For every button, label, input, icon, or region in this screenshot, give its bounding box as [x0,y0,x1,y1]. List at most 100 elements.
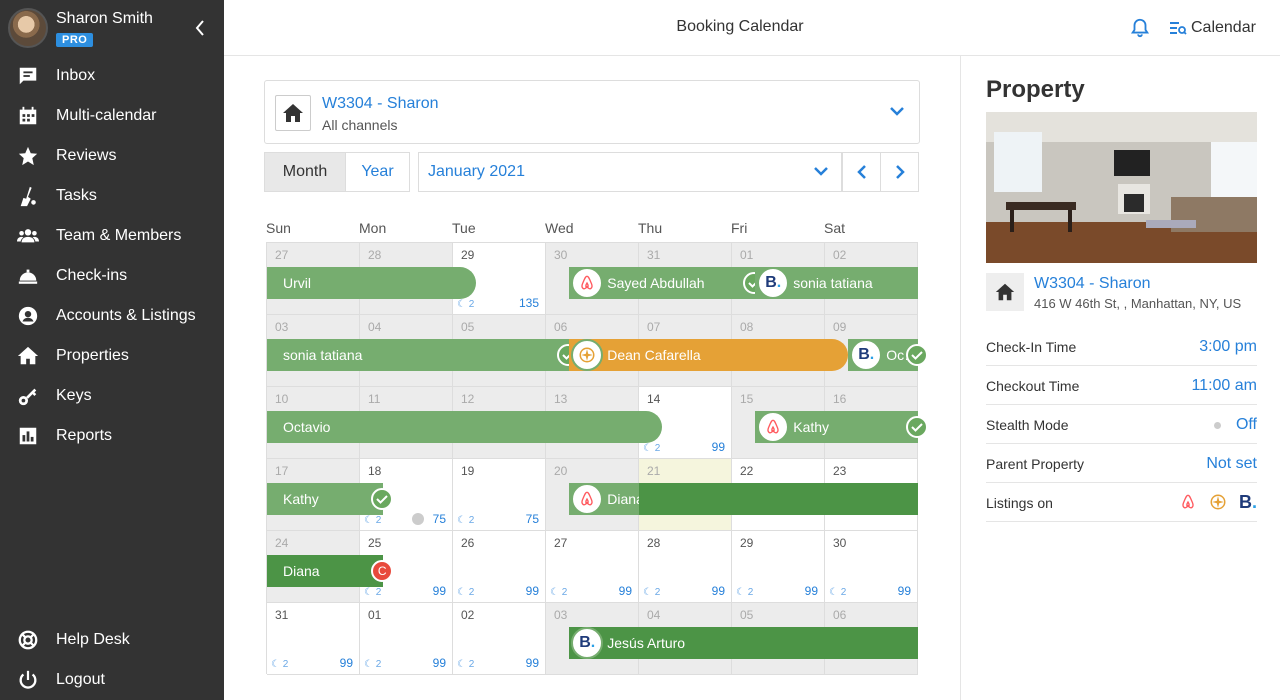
min-nights-value: 2 [375,659,382,670]
calendar-day-cell[interactable]: 30 ☾ 2 99 [825,531,918,603]
booking-bar[interactable]: Kathy [267,483,384,515]
booking-bar[interactable]: Diana [267,555,384,587]
airbnb-icon[interactable] [1179,493,1197,511]
stealth-mode-toggle[interactable]: Off [1236,416,1257,434]
sidebar-item-keys[interactable]: Keys [0,376,224,416]
guest-name: Kathy [793,419,830,435]
guest-name: sonia tatiana [793,275,873,291]
guest-name: sonia tatiana [283,347,363,363]
weekday-label: Sun [266,220,291,236]
sidebar-item-team[interactable]: Team & Members [0,216,224,256]
sidebar-item-label: Inbox [56,67,96,84]
panel-property-address: 416 W 46th St, , Manhattan, NY, US [1034,296,1242,311]
parent-property-value[interactable]: Not set [1206,455,1257,473]
booking-bar[interactable]: Octavio [267,411,663,443]
sidebar-item-accounts-listings[interactable]: Accounts & Listings [0,296,224,336]
day-price[interactable]: 99 [526,584,539,598]
sidebar-item-reviews[interactable]: Reviews [0,136,224,176]
airbnb-icon [581,275,593,290]
month-selector[interactable]: January 2021 [418,152,842,192]
day-number: 27 [275,248,289,262]
sidebar-item-label: Properties [56,347,129,364]
calendar-day-cell[interactable]: 27 ☾ 2 99 [546,531,639,603]
day-price[interactable]: 99 [433,656,446,670]
min-nights-value: 2 [840,587,847,598]
booking-bar[interactable]: Dean Cafarella [569,339,849,371]
next-month-button[interactable] [880,152,919,192]
booking-bar[interactable]: Sayed Abdullah [569,267,756,299]
day-price[interactable]: 75 [433,512,446,526]
day-price[interactable]: 99 [805,584,818,598]
previous-month-button[interactable] [842,152,881,192]
day-number: 25 [368,536,382,550]
day-price[interactable]: 99 [898,584,911,598]
day-number: 24 [275,536,289,550]
calendar-day-cell[interactable]: 26 ☾ 2 99 [453,531,546,603]
sidebar-item-logout[interactable]: Logout [0,660,224,700]
calendar-day-cell[interactable]: 29 ☾ 2 99 [732,531,825,603]
day-number: 28 [368,248,382,262]
min-nights-value: 2 [654,443,661,454]
notifications-button[interactable] [1129,17,1151,39]
sidebar-item-tasks[interactable]: Tasks [0,176,224,216]
min-nights: ☾ 2 [829,587,847,598]
booking-bar[interactable]: Kathy [755,411,918,443]
sidebar-item-label: Accounts & Listings [56,307,196,324]
expedia-icon [579,347,595,363]
sidebar-item-help-desk[interactable]: Help Desk [0,620,224,660]
day-price[interactable]: 99 [712,584,725,598]
channel-badge [571,267,604,299]
calendar-view-button[interactable]: Calendar [1169,17,1256,39]
home-icon [986,273,1024,311]
sidebar-item-check-ins[interactable]: Check-ins [0,256,224,296]
day-number: 28 [647,536,661,550]
expedia-icon[interactable] [1209,493,1227,511]
day-price[interactable]: 99 [433,584,446,598]
day-price[interactable]: 99 [526,656,539,670]
sidebar-item-label: Reviews [56,147,117,164]
avatar[interactable] [8,8,48,48]
calendar-day-cell[interactable]: 28 ☾ 2 99 [639,531,732,603]
checkout-time-value[interactable]: 11:00 am [1191,377,1257,395]
day-price[interactable]: 99 [340,656,353,670]
calendar-day-cell[interactable]: 01 ☾ 2 99 [360,603,453,675]
channel-badge: B. [757,267,790,299]
sidebar-item-inbox[interactable]: Inbox [0,56,224,96]
sidebar-item-label: Team & Members [56,227,182,244]
user-profile[interactable]: Sharon Smith PRO [8,8,218,52]
booking-bar[interactable]: B. sonia tatiana [755,267,918,299]
booking-bar[interactable]: Urvil [267,267,477,299]
calendar-list-icon [1170,22,1187,35]
month-view-toggle[interactable]: Month [264,152,346,192]
day-price[interactable]: 99 [619,584,632,598]
info-dot[interactable] [412,513,424,525]
collapse-sidebar-button[interactable] [192,19,208,37]
sidebar-item-properties[interactable]: Properties [0,336,224,376]
year-view-toggle[interactable]: Year [345,152,410,192]
min-nights: ☾ 2 [643,587,661,598]
panel-property[interactable]: W3304 - Sharon 416 W 46th St, , Manhatta… [986,273,1257,311]
day-price[interactable]: 135 [519,296,539,310]
booking-bar[interactable]: B. Jesús Arturo [569,627,918,659]
property-selector[interactable]: W3304 - Sharon All channels [264,80,920,144]
calendar-day-cell[interactable]: 31 ☾ 2 99 [267,603,360,675]
day-price[interactable]: 99 [712,440,725,454]
user-circle-icon [0,305,56,327]
checkin-time-value[interactable]: 3:00 pm [1199,338,1257,356]
calendar-day-cell[interactable]: 02 ☾ 2 99 [453,603,546,675]
calendar-day-cell[interactable]: 19 ☾ 2 75 [453,459,546,531]
sidebar-item-reports[interactable]: Reports [0,416,224,456]
booking-bar[interactable]: Diana [569,483,639,515]
day-number: 01 [368,608,382,622]
booking-bar[interactable]: sonia tatiana [267,339,570,371]
day-number: 04 [647,608,661,622]
sidebar-item-multi-calendar[interactable]: Multi-calendar [0,96,224,136]
day-number: 13 [554,392,568,406]
booking-com-icon[interactable]: B. [1239,493,1257,511]
booking-bar[interactable] [639,483,918,515]
broom-icon [0,185,56,207]
min-nights-value: 2 [375,587,382,598]
min-nights-value: 2 [468,299,475,310]
day-price[interactable]: 75 [526,512,539,526]
top-header: Booking Calendar Calendar [224,0,1280,56]
